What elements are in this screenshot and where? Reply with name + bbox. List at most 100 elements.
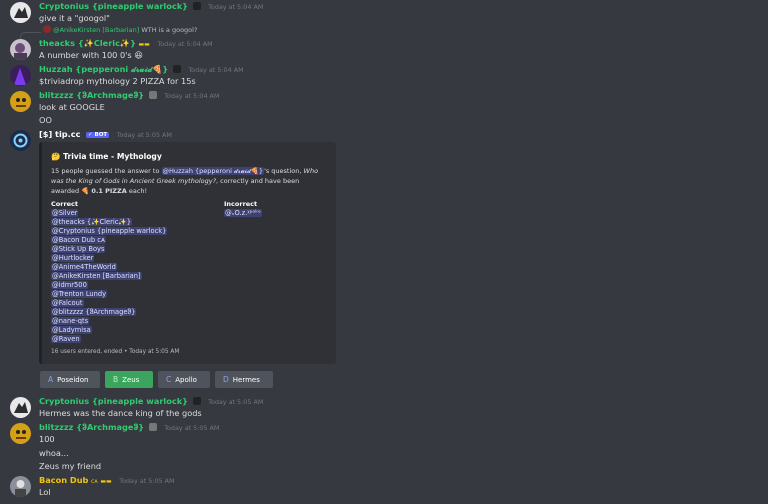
author-name[interactable]: Cryptonius {pineapple warlock} [39, 1, 188, 11]
button-label: Zeus [122, 375, 140, 384]
user-mention[interactable]: @Hurtlocker [51, 254, 95, 262]
avatar[interactable] [10, 130, 31, 151]
embed-title: 🤔 Trivia time - Mythology [51, 152, 162, 161]
button-key: B [113, 375, 119, 384]
user-mention[interactable]: @theacks {✨Cleric✨} [51, 218, 133, 226]
timestamp: Today at 5:05 AM [116, 131, 172, 139]
button-key: C [166, 375, 172, 384]
desc-text: each! [126, 187, 148, 195]
reply-author: @AnikeKirsten [Barbarian] [53, 26, 140, 34]
user-mention[interactable]: @Raven [51, 335, 81, 343]
message-text: look at GOOGLE [39, 102, 105, 112]
role-tag: ▬▬ [138, 41, 150, 48]
message-text: Lol [39, 487, 51, 497]
button-label: Hermes [232, 375, 260, 384]
trivia-embed: 🤔 Trivia time - Mythology 15 people gues… [39, 142, 336, 364]
badge-icon [172, 65, 181, 73]
button-key: A [48, 375, 54, 384]
user-mention[interactable]: @Silver [51, 209, 79, 217]
answer-button-hermes[interactable]: D Hermes [215, 371, 273, 388]
user-mention[interactable]: @Bacon Dub ᴄᴀ [51, 236, 106, 244]
user-mention[interactable]: @AnikeKirsten [Barbarian] [51, 272, 142, 280]
message-text: give it a "googol" [39, 13, 110, 23]
avatar[interactable] [10, 39, 31, 60]
wizard-icon [148, 423, 157, 431]
answer-button-apollo[interactable]: C Apollo [158, 371, 210, 388]
desc-text: 15 people guessed the answer to [51, 167, 162, 175]
user-mention[interactable]: @Trenton Lundy [51, 290, 108, 298]
user-mention[interactable]: @Stick Up Boys [51, 245, 106, 253]
message-text: 100 [39, 434, 55, 444]
author-name[interactable]: blitzzzz {ჵArchmageჵ} [39, 422, 144, 432]
user-mention-row: @Stick Up Boys [51, 245, 167, 254]
message-text: Zeus my friend [39, 461, 102, 471]
user-mention-row: @nane-qts [51, 317, 167, 326]
user-mention-row: @theacks {✨Cleric✨} [51, 218, 167, 227]
user-mention-row: @Raven [51, 335, 167, 344]
author-name[interactable]: blitzzzz {ჵArchmageჵ} [39, 90, 144, 100]
message-text-content: A number with 100 0's [39, 50, 132, 60]
timestamp: Today at 5:05 AM [119, 477, 175, 485]
user-mention-row: @Falcout [51, 299, 167, 308]
correct-label: Correct [51, 200, 79, 208]
role-tag: ▬▬ [100, 478, 112, 485]
timestamp: Today at 5:04 AM [164, 92, 220, 100]
avatar[interactable] [10, 397, 31, 418]
author-name[interactable]: [$] tip.cc [39, 129, 80, 139]
answer-button-zeus[interactable]: B Zeus [105, 371, 153, 388]
embed-description: 15 people guessed the answer to @Huzzah … [51, 166, 329, 196]
message-text: whoa... [39, 448, 69, 458]
reward-amount: 0.1 PIZZA [91, 187, 127, 195]
timestamp: Today at 5:04 AM [188, 66, 244, 74]
user-mention-row: @AnikeKirsten [Barbarian] [51, 272, 167, 281]
user-mention[interactable]: @blitzzzz {ჵArchmageჵ} [51, 308, 137, 316]
user-mention[interactable]: @idmr500 [51, 281, 88, 289]
timestamp: Today at 5:05 AM [208, 398, 264, 406]
user-mention[interactable]: @nane-qts [51, 317, 90, 325]
timestamp: Today at 5:04 AM [208, 3, 264, 11]
message-text: Hermes was the dance king of the gods [39, 408, 202, 418]
message-text: A number with 100 0's 😆 [39, 50, 143, 60]
pizza-icon: 🍕 [81, 187, 92, 195]
correct-list: @Silver @theacks {✨Cleric✨} @Cryptonius {p… [51, 209, 168, 344]
user-mention-row: @idmr500 [51, 281, 167, 290]
user-mention[interactable]: @Cryptonius {pineapple warlock} [51, 227, 168, 235]
user-mention-row: @ᵥO.z.ᵡᵖᵒᵏᵉ [224, 209, 262, 218]
user-mention-row: @Hurtlocker [51, 254, 167, 263]
hat-icon [192, 397, 201, 405]
avatar[interactable] [10, 2, 31, 23]
user-mention[interactable]: @ᵥO.z.ᵡᵖᵒᵏᵉ [224, 209, 262, 217]
user-mention[interactable]: @Falcout [51, 299, 84, 307]
author-name[interactable]: Bacon Dub [39, 475, 88, 485]
author-name[interactable]: Cryptonius {pineapple warlock} [39, 396, 188, 406]
huzzah-mention[interactable]: @Huzzah {pepperoni 𝓭𝓻𝓾𝓲𝓭🍕} [161, 167, 265, 175]
author-name[interactable]: theacks {✨Cleric✨} [39, 38, 136, 48]
user-mention-row: @Anime4TheWorld [51, 263, 167, 272]
avatar[interactable] [10, 65, 31, 86]
bot-badge: ✓ BOT [85, 132, 110, 138]
avatar[interactable] [10, 476, 31, 497]
avatar[interactable] [10, 91, 31, 112]
incorrect-label: Incorrect [224, 200, 258, 208]
user-mention-row: @Cryptonius {pineapple warlock} [51, 227, 168, 236]
reply-avatar-icon [43, 25, 51, 33]
hat-icon [192, 2, 201, 10]
user-mention-row: @Bacon Dub ᴄᴀ [51, 236, 167, 245]
user-mention[interactable]: @Anime4TheWorld [51, 263, 117, 271]
incorrect-list: @ᵥO.z.ᵡᵖᵒᵏᵉ [224, 209, 262, 218]
user-mention-row: @blitzzzz {ჵArchmageჵ} [51, 308, 167, 317]
user-mention-row: @Ladymisa [51, 326, 167, 335]
button-label: Apollo [175, 375, 197, 384]
user-mention[interactable]: @Ladymisa [51, 326, 92, 334]
button-key: D [223, 375, 229, 384]
author-name[interactable]: Huzzah {pepperoni 𝓭𝓻𝓾𝓲𝓭🍕} [39, 64, 168, 74]
wizard-icon [148, 91, 157, 99]
message-text: $triviadrop mythology 2 PIZZA for 15s [39, 76, 196, 86]
embed-footer: 16 users entered, ended • Today at 5:05 … [51, 349, 180, 355]
name-suffix: ᴄᴀ [90, 478, 98, 485]
reply-connector [20, 32, 41, 39]
avatar[interactable] [10, 423, 31, 444]
desc-text: 's question, [264, 167, 304, 175]
answer-button-poseidon[interactable]: A Poseidon [40, 371, 100, 388]
user-mention-row: @Trenton Lundy [51, 290, 167, 299]
